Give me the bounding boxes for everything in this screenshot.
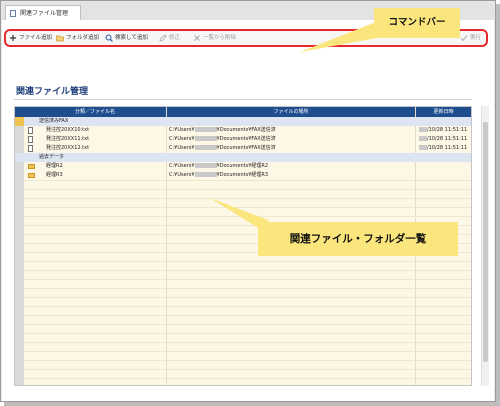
- file-location: C:¥Users¥ ¥Documents¥FAX送信済: [169, 126, 276, 135]
- vertical-scrollbar[interactable]: [481, 106, 489, 386]
- grid-line: [24, 351, 471, 352]
- path-suffix: ¥Documents¥経理R2: [216, 163, 269, 169]
- redacted-username: [194, 136, 217, 141]
- path-suffix: ¥Documents¥FAX送信済: [216, 127, 276, 133]
- redacted-username: [194, 145, 217, 150]
- file-name: 経理R3: [46, 172, 63, 178]
- date-text: /10/28 11:51:11: [427, 136, 468, 142]
- grid-line: [24, 315, 471, 316]
- grid-line: [24, 297, 471, 298]
- scrollbar-thumb[interactable]: [483, 122, 488, 362]
- file-location: C:¥Users¥ ¥Documents¥経理R3: [169, 171, 268, 180]
- file-location: C:¥Users¥ ¥Documents¥FAX送信済: [169, 135, 276, 144]
- plus-icon: [9, 34, 17, 42]
- callout-list-area-text: 関連ファイル・フォルダ一覧: [289, 233, 427, 245]
- callout-list-area: 関連ファイル・フォルダ一覧: [258, 222, 458, 256]
- folder-icon: [56, 34, 64, 42]
- add-file-button[interactable]: ファイル追加: [9, 33, 52, 44]
- redacted-username: [194, 163, 217, 168]
- updated-date: /10/28 11:51:11: [419, 126, 467, 135]
- file-name: 経理R2: [46, 163, 63, 169]
- add-folder-button[interactable]: フォルダ追加: [56, 33, 99, 44]
- table-row[interactable]: 経理R3 C:¥Users¥ ¥Documents¥経理R3: [15, 171, 471, 180]
- grid-line: [24, 261, 471, 262]
- table-header: 分類／ファイル名 ファイルの場所 更新日時: [15, 107, 471, 117]
- edit-label: 修正: [169, 35, 181, 41]
- search-icon: [105, 34, 113, 42]
- date-text: /10/28 11:51:11: [427, 127, 468, 133]
- title-divider: [14, 99, 472, 100]
- path-suffix: ¥Documents¥FAX送信済: [216, 136, 276, 142]
- file-location: C:¥Users¥ ¥Documents¥FAX送信済: [169, 144, 276, 153]
- redacted-username: [194, 172, 217, 177]
- group-row[interactable]: 送信済みFAX: [15, 117, 471, 126]
- file-location: C:¥Users¥ ¥Documents¥経理R2: [169, 162, 268, 171]
- grid-line: [24, 369, 471, 370]
- file-icon: [28, 127, 33, 134]
- add-folder-label: フォルダ追加: [66, 35, 100, 41]
- pencil-icon: [159, 33, 167, 42]
- tab-label: 関連ファイル管理: [20, 10, 69, 17]
- search-add-button[interactable]: 検索して追加: [105, 33, 148, 44]
- group-row[interactable]: 過去データ: [15, 153, 471, 162]
- grid-line: [24, 306, 471, 307]
- grid-line: [24, 189, 471, 190]
- path-suffix: ¥Documents¥経理R3: [216, 172, 269, 178]
- grid-line: [24, 288, 471, 289]
- path-prefix: C:¥Users¥: [169, 163, 195, 169]
- file-name: 発注控20XX11.txt: [46, 136, 90, 142]
- file-icon: [28, 145, 33, 152]
- path-prefix: C:¥Users¥: [169, 136, 195, 142]
- edit-button[interactable]: 修正: [159, 33, 180, 44]
- grid-line: [24, 378, 471, 379]
- folder-icon: [28, 164, 35, 169]
- column-header-name[interactable]: 分類／ファイル名: [24, 107, 166, 117]
- grid-line: [24, 270, 471, 271]
- table-row[interactable]: 発注控20XX11.txt C:¥Users¥ ¥Documents¥FAX送信済 /…: [15, 135, 471, 144]
- path-prefix: C:¥Users¥: [169, 145, 195, 151]
- path-suffix: ¥Documents¥FAX送信済: [216, 145, 276, 151]
- search-add-label: 検索して追加: [115, 35, 148, 41]
- redacted-username: [194, 127, 217, 132]
- path-prefix: C:¥Users¥: [169, 127, 195, 133]
- callout-command-bar-text: コマンドバー: [388, 17, 446, 28]
- date-text: /10/28 11:51:11: [427, 145, 468, 151]
- table-row[interactable]: 発注控20XX12.txt C:¥Users¥ ¥Documents¥FAX送信済 /…: [15, 144, 471, 153]
- grid-line: [24, 279, 471, 280]
- grid-line: [24, 333, 471, 334]
- close-icon: [193, 34, 201, 42]
- grid-line: [24, 342, 471, 343]
- file-name: 発注控20XX12.txt: [46, 145, 90, 151]
- grid-line: [24, 360, 471, 361]
- execute-button[interactable]: 実行: [460, 33, 481, 44]
- column-header-updated[interactable]: 更新日時: [416, 107, 471, 117]
- remove-from-list-button[interactable]: 一覧から削除: [193, 33, 236, 44]
- remove-from-list-label: 一覧から削除: [203, 35, 237, 41]
- redacted-year: [419, 127, 427, 132]
- table-row[interactable]: 発注控20XX10.txt C:¥Users¥ ¥Documents¥FAX送信済 /…: [15, 126, 471, 135]
- grid-line: [24, 180, 471, 181]
- page-title: 関連ファイル管理: [16, 87, 89, 97]
- checkmark-icon: [460, 34, 468, 42]
- execute-label: 実行: [470, 35, 482, 41]
- add-file-label: ファイル追加: [19, 35, 53, 41]
- grid-line: [24, 324, 471, 325]
- group-label: 送信済みFAX: [39, 118, 69, 124]
- group-label: 過去データ: [39, 154, 65, 160]
- path-prefix: C:¥Users¥: [169, 172, 195, 178]
- file-name: 発注控20XX10.txt: [46, 127, 90, 133]
- redacted-year: [419, 136, 427, 141]
- folder-icon: [28, 173, 35, 178]
- updated-date: /10/28 11:51:11: [419, 144, 467, 153]
- column-header-location[interactable]: ファイルの場所: [167, 107, 415, 117]
- callout-command-bar-pointer: [300, 22, 388, 52]
- tab-related-files[interactable]: 関連ファイル管理: [5, 5, 81, 20]
- file-icon: [28, 136, 33, 143]
- updated-date: /10/28 11:51:11: [419, 135, 467, 144]
- document-icon: [10, 10, 16, 17]
- current-row-marker: [15, 117, 24, 126]
- redacted-year: [419, 145, 427, 150]
- table-row[interactable]: 経理R2 C:¥Users¥ ¥Documents¥経理R2: [15, 162, 471, 171]
